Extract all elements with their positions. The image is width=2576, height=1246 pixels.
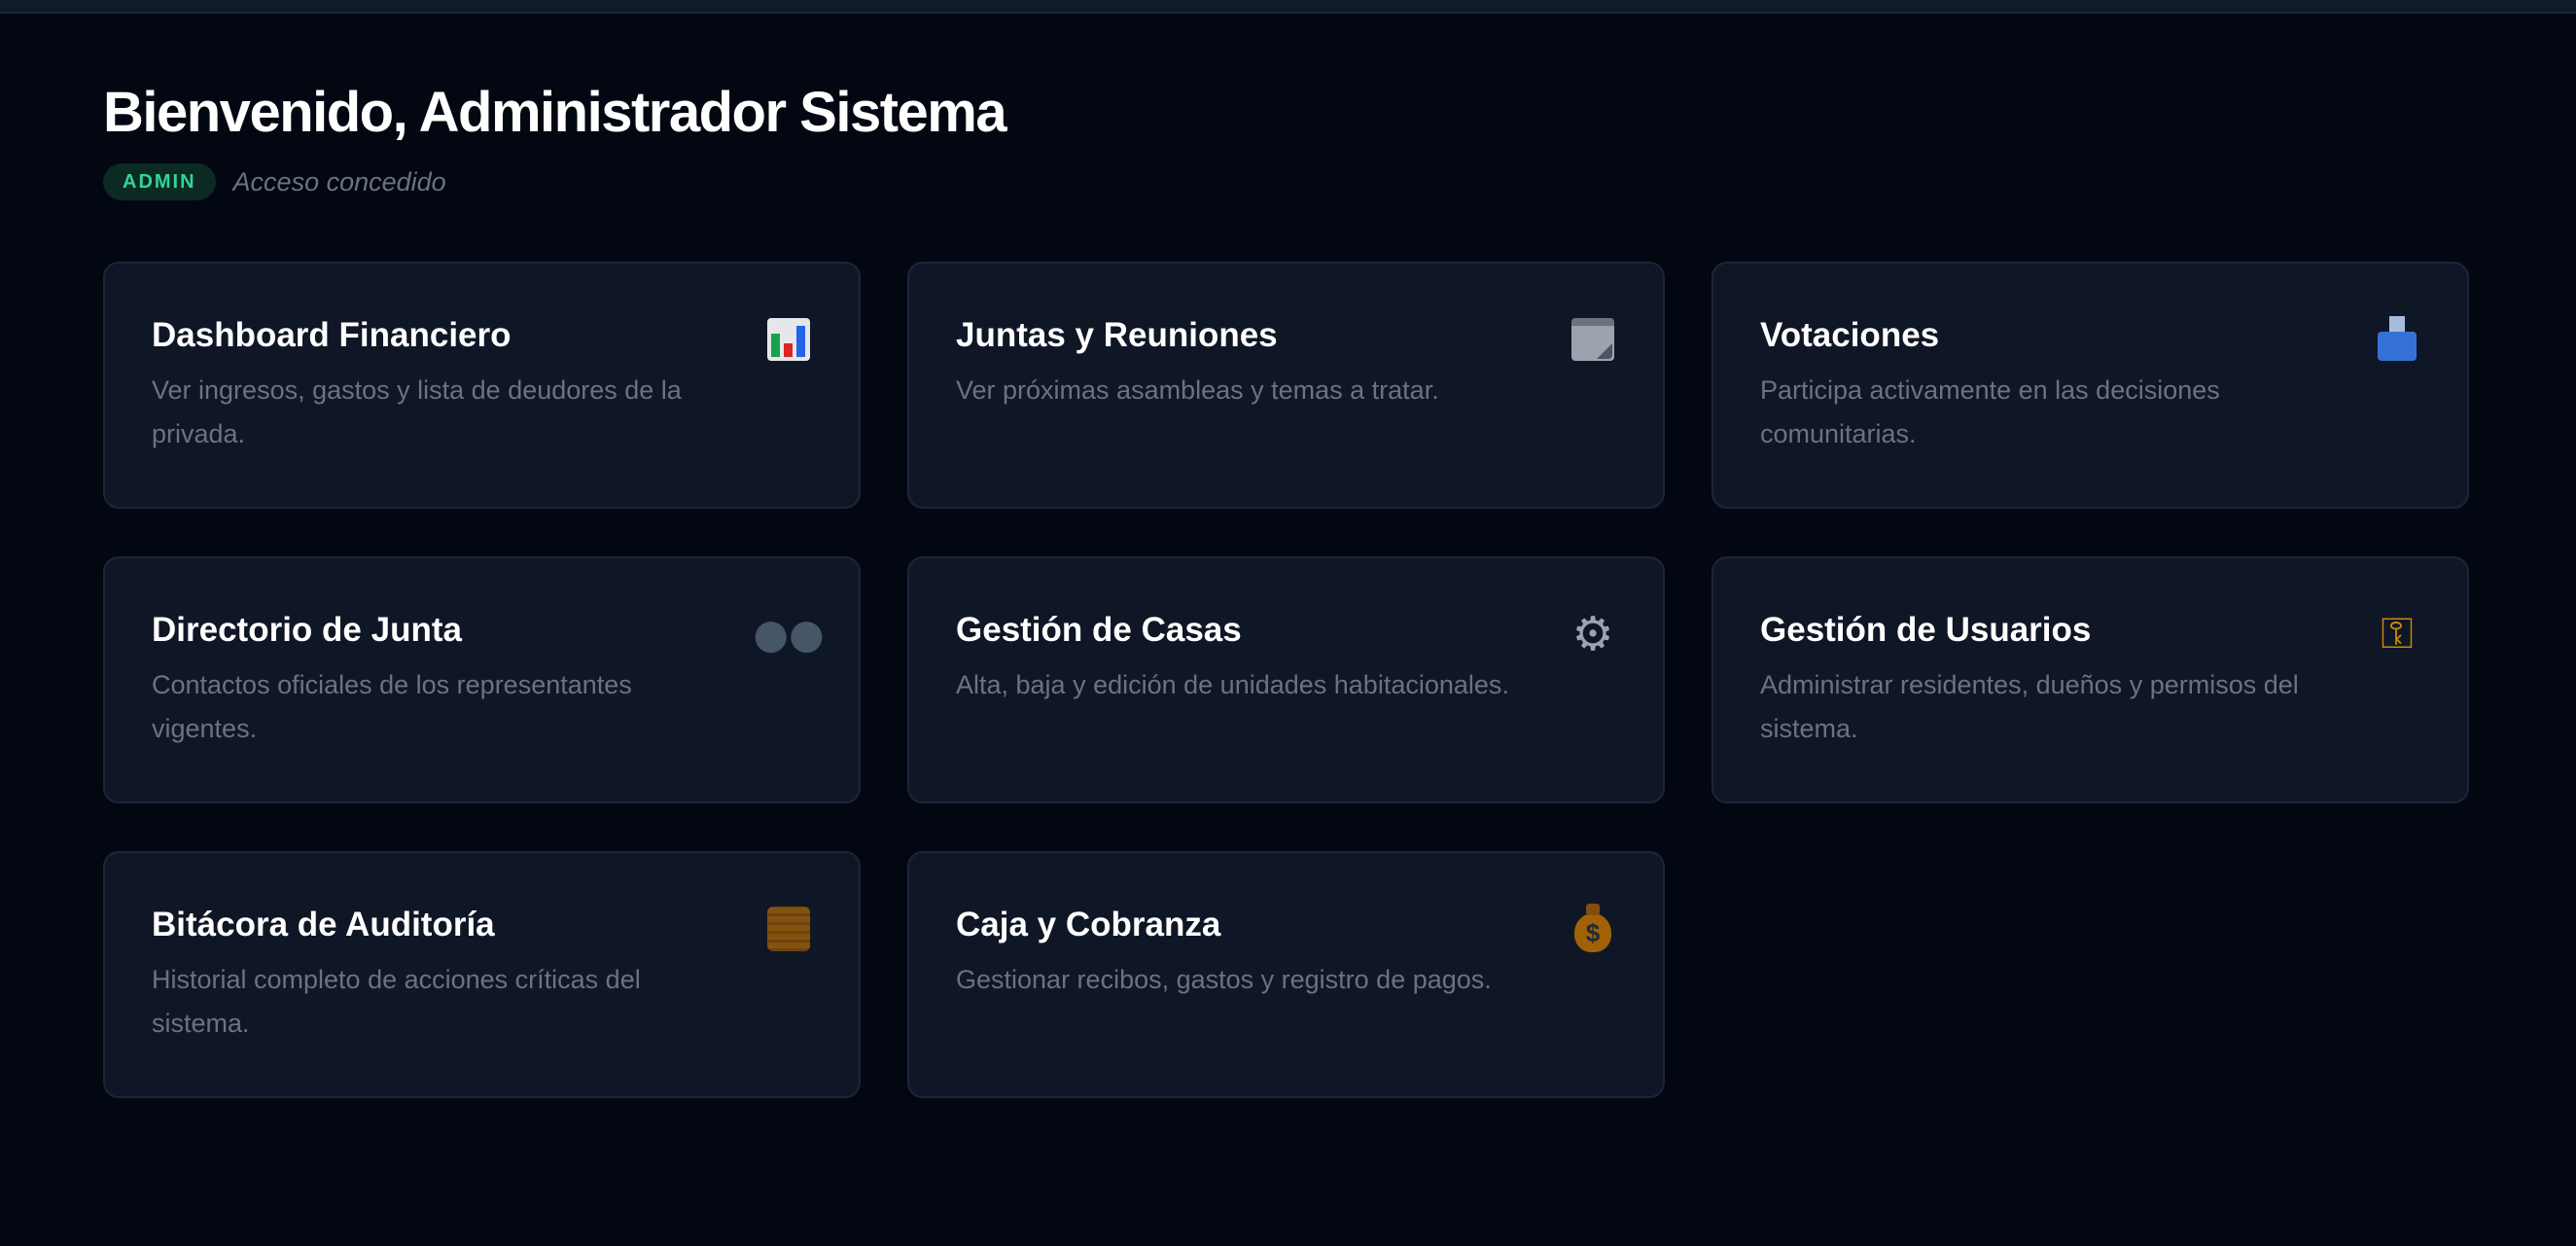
card-title: Caja y Cobranza: [956, 906, 1221, 943]
card-title: Gestión de Usuarios: [1760, 611, 2092, 649]
card-gestion-casas[interactable]: Gestión de Casas Alta, baja y edición de…: [907, 556, 1665, 803]
card-title: Bitácora de Auditoría: [152, 906, 495, 943]
card-dashboard-financiero[interactable]: Dashboard Financiero Ver ingresos, gasto…: [103, 262, 861, 509]
scroll-icon: [765, 904, 812, 954]
card-description: Gestionar recibos, gastos y registro de …: [956, 965, 1492, 994]
module-grid: Dashboard Financiero Ver ingresos, gasto…: [103, 262, 2470, 1098]
card-title: Votaciones: [1760, 316, 1940, 354]
access-status: Acceso concedido: [232, 166, 446, 196]
role-badge: ADMIN: [103, 163, 216, 200]
role-row: ADMIN Acceso concedido: [103, 163, 1006, 200]
card-juntas-reuniones[interactable]: Juntas y Reuniones Ver próximas asamblea…: [907, 262, 1665, 509]
gear-icon: ⚙: [1571, 607, 1614, 661]
card-directorio-junta[interactable]: Directorio de Junta Contactos oficiales …: [103, 556, 861, 803]
card-description: Contactos oficiales de los representante…: [152, 670, 632, 743]
card-caja-cobranza[interactable]: Caja y Cobranza Gestionar recibos, gasto…: [907, 851, 1665, 1098]
notepad-icon: [1570, 314, 1616, 365]
page-title: Bienvenido, Administrador Sistema: [103, 81, 1007, 144]
card-description: Ver próximas asambleas y temas a tratar.: [956, 375, 1439, 405]
card-title: Juntas y Reuniones: [956, 316, 1278, 354]
money-bag-icon: $: [1570, 904, 1616, 954]
card-votaciones[interactable]: Votaciones Participa activamente en las …: [1711, 262, 2469, 509]
key-icon: ⚿: [2381, 609, 2414, 659]
card-description: Ver ingresos, gastos y lista de deudores…: [152, 375, 682, 448]
card-title: Gestión de Casas: [956, 611, 1242, 649]
bar-chart-icon: [765, 314, 812, 365]
card-description: Participa activamente en las decisiones …: [1760, 375, 2220, 448]
card-description: Historial completo de acciones críticas …: [152, 965, 641, 1038]
top-navbar-edge: [0, 0, 2576, 14]
card-description: Alta, baja y edición de unidades habitac…: [956, 670, 1509, 699]
card-title: Dashboard Financiero: [152, 316, 512, 354]
card-bitacora-auditoria[interactable]: Bitácora de Auditoría Historial completo…: [103, 851, 861, 1098]
people-icon: ●●: [753, 610, 825, 658]
card-gestion-usuarios[interactable]: Gestión de Usuarios Administrar resident…: [1711, 556, 2469, 803]
welcome-section: Bienvenido, Administrador Sistema ADMIN …: [103, 76, 1007, 200]
card-title: Directorio de Junta: [152, 611, 462, 649]
ballot-box-icon: [2374, 314, 2420, 365]
card-description: Administrar residentes, dueños y permiso…: [1760, 670, 2299, 743]
